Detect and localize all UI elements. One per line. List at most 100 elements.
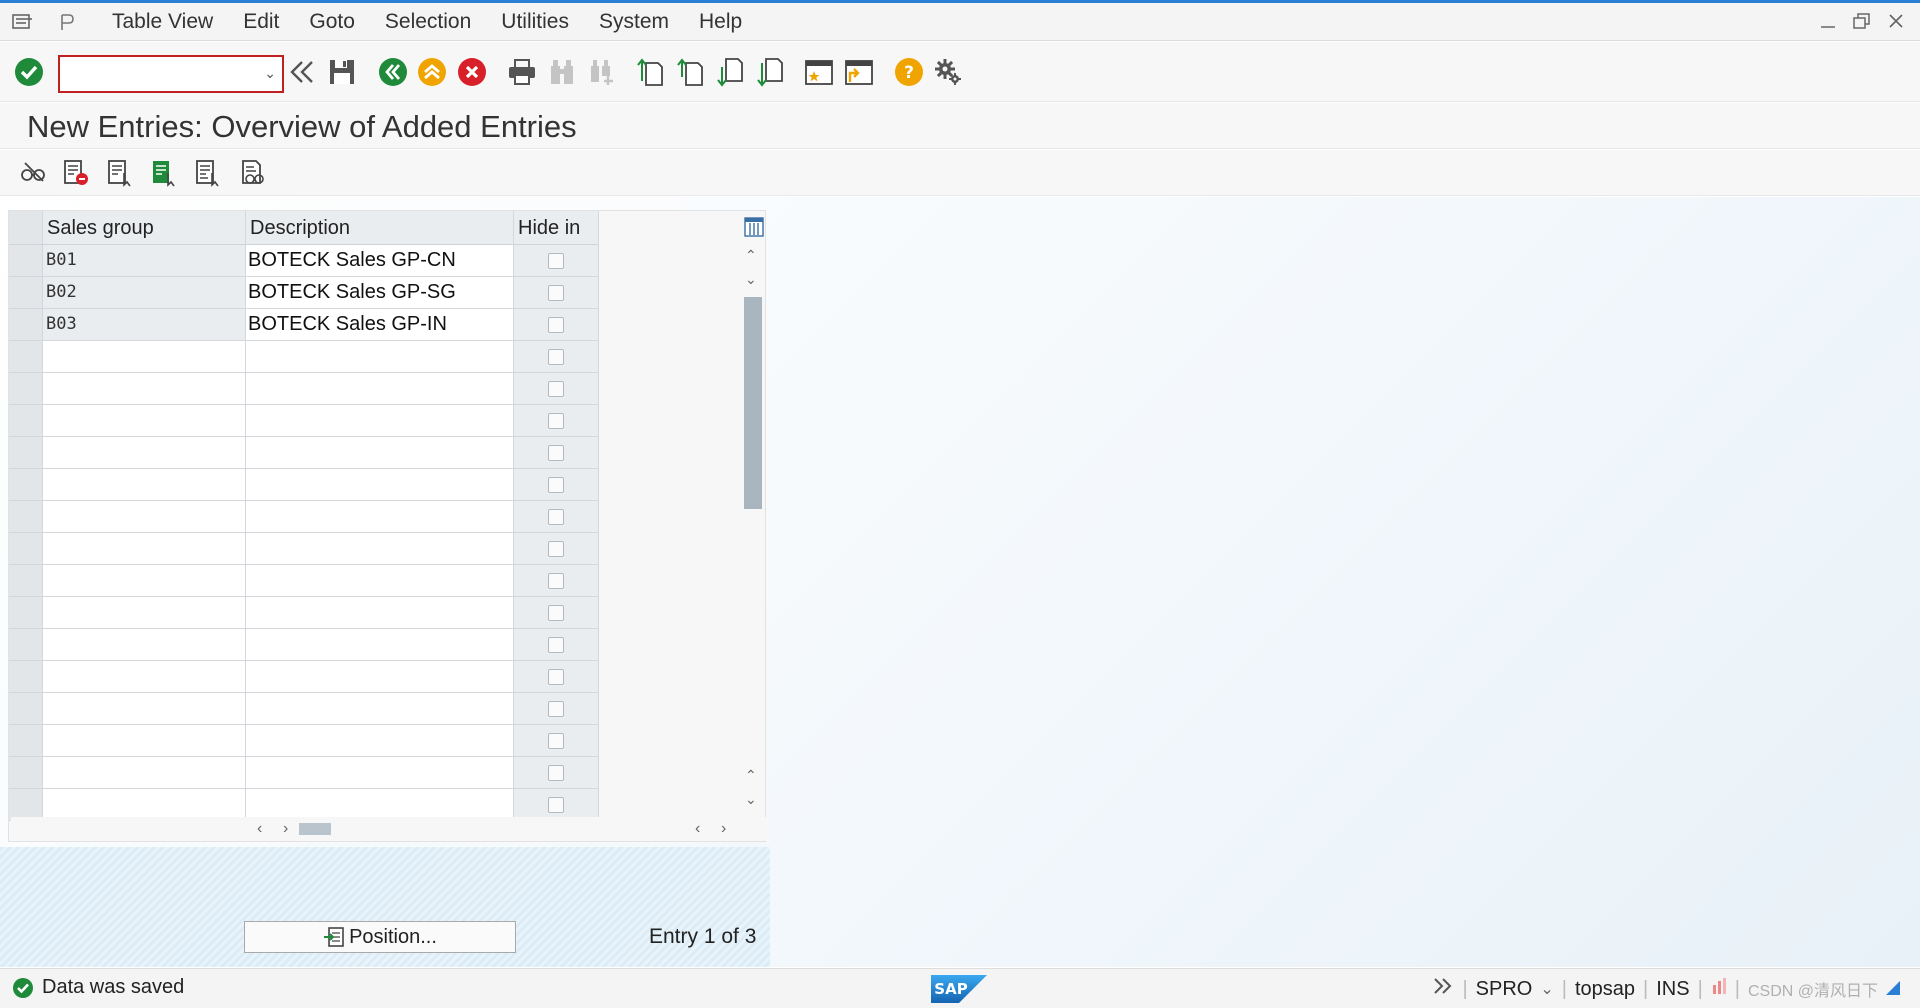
cell-description[interactable] (246, 693, 514, 724)
transaction-chevron-icon[interactable]: ⌄ (1540, 979, 1553, 999)
expand-status-icon[interactable] (1432, 977, 1454, 1001)
cell-description[interactable] (246, 725, 514, 756)
position-button[interactable]: Position... (244, 921, 516, 953)
row-selector[interactable] (9, 565, 43, 596)
cell-description[interactable]: BOTECK Sales GP-CN (246, 245, 514, 276)
menu-edit[interactable]: Edit (243, 10, 279, 34)
hide-in-checkbox[interactable] (548, 700, 564, 717)
cell-sales-group[interactable] (43, 437, 246, 468)
hide-in-checkbox[interactable] (548, 252, 564, 269)
hide-in-checkbox[interactable] (548, 796, 564, 813)
back-icon[interactable] (377, 56, 409, 88)
restore-icon[interactable] (1852, 9, 1872, 33)
cell-description[interactable] (246, 661, 514, 692)
row-selector[interactable] (9, 245, 43, 276)
delete-row-icon[interactable] (61, 158, 91, 188)
cancel-icon[interactable] (456, 56, 488, 88)
select-all-icon[interactable] (105, 158, 135, 188)
row-selector[interactable] (9, 629, 43, 660)
hide-in-checkbox[interactable] (548, 668, 564, 685)
row-selector[interactable] (9, 597, 43, 628)
hide-in-checkbox[interactable] (548, 508, 564, 525)
close-window-icon[interactable] (1886, 9, 1906, 33)
save-icon[interactable] (326, 56, 358, 88)
enter-check-icon[interactable] (13, 56, 45, 88)
scroll-page-down-icon[interactable]: ⌄ (745, 791, 757, 808)
row-selector[interactable] (9, 661, 43, 692)
cell-sales-group[interactable] (43, 501, 246, 532)
row-selector[interactable] (9, 341, 43, 372)
first-page-icon[interactable] (634, 56, 666, 88)
cell-description[interactable] (246, 597, 514, 628)
cell-description[interactable] (246, 469, 514, 500)
hide-in-checkbox[interactable] (548, 444, 564, 461)
menu-utilities[interactable]: Utilities (501, 10, 569, 34)
cell-sales-group[interactable] (43, 629, 246, 660)
cell-description[interactable] (246, 565, 514, 596)
cell-sales-group[interactable] (43, 725, 246, 756)
input-mode[interactable]: INS (1656, 978, 1689, 1001)
menu-system[interactable]: System (599, 10, 669, 34)
hide-in-checkbox[interactable] (548, 732, 564, 749)
cell-sales-group[interactable] (43, 469, 246, 500)
cell-description[interactable] (246, 437, 514, 468)
command-field[interactable]: ⌄ (58, 55, 284, 93)
cell-description[interactable] (246, 789, 514, 820)
gear-icon[interactable] (932, 56, 964, 88)
select-block-icon[interactable] (149, 158, 179, 188)
row-selector[interactable] (9, 757, 43, 788)
column-header-description[interactable]: Description (246, 211, 514, 244)
cell-sales-group[interactable] (43, 693, 246, 724)
help-icon[interactable]: ? (893, 56, 925, 88)
status-message[interactable]: Data was saved (12, 976, 184, 999)
scrollbar-thumb[interactable] (744, 297, 762, 509)
shortcut-icon[interactable] (843, 56, 875, 88)
cell-description[interactable] (246, 373, 514, 404)
menu-help[interactable]: Help (699, 10, 742, 34)
cell-sales-group[interactable] (43, 597, 246, 628)
row-selector[interactable] (9, 469, 43, 500)
cell-sales-group[interactable] (43, 341, 246, 372)
row-selector[interactable] (9, 437, 43, 468)
hide-in-checkbox[interactable] (548, 764, 564, 781)
hide-in-checkbox[interactable] (548, 348, 564, 365)
row-selector[interactable] (9, 405, 43, 436)
hide-in-checkbox[interactable] (548, 284, 564, 301)
row-selector[interactable] (9, 373, 43, 404)
vertical-scrollbar[interactable]: ⌃ ⌄ ⌃ ⌄ (741, 211, 765, 817)
horizontal-scrollbar[interactable]: ‹ › ‹ › (11, 817, 767, 841)
row-selector[interactable] (9, 277, 43, 308)
resize-grip-icon[interactable] (1886, 978, 1900, 1001)
table-settings-icon[interactable] (744, 217, 764, 237)
last-page-icon[interactable] (754, 56, 786, 88)
hide-in-checkbox[interactable] (548, 572, 564, 589)
chevron-down-icon[interactable]: ⌄ (264, 65, 276, 82)
next-page-icon[interactable] (714, 56, 746, 88)
hide-in-checkbox[interactable] (548, 380, 564, 397)
select-all-column[interactable] (9, 211, 43, 244)
scroll-left-icon[interactable]: ‹ (257, 820, 262, 838)
scroll-down-icon[interactable]: ⌄ (745, 271, 757, 288)
cell-sales-group[interactable] (43, 373, 246, 404)
deselect-all-icon[interactable] (193, 158, 223, 188)
scroll-columns-left-icon[interactable]: ‹ (695, 820, 700, 838)
cell-description[interactable] (246, 757, 514, 788)
row-selector[interactable] (9, 725, 43, 756)
cell-description[interactable] (246, 629, 514, 660)
hide-in-checkbox[interactable] (548, 636, 564, 653)
cell-sales-group[interactable]: B02 (43, 277, 246, 308)
scroll-columns-right-icon[interactable]: › (721, 820, 726, 838)
display-change-icon[interactable] (18, 158, 48, 188)
cell-sales-group[interactable] (43, 757, 246, 788)
cell-sales-group[interactable] (43, 533, 246, 564)
hide-in-checkbox[interactable] (548, 316, 564, 333)
cell-sales-group[interactable]: B03 (43, 309, 246, 340)
cell-description[interactable] (246, 341, 514, 372)
cell-sales-group[interactable] (43, 565, 246, 596)
cell-sales-group[interactable] (43, 405, 246, 436)
cell-description[interactable] (246, 405, 514, 436)
row-selector[interactable] (9, 309, 43, 340)
transaction-code[interactable]: SPRO (1476, 978, 1533, 1001)
cell-sales-group[interactable] (43, 789, 246, 820)
customize-menu-icon[interactable] (52, 7, 82, 37)
